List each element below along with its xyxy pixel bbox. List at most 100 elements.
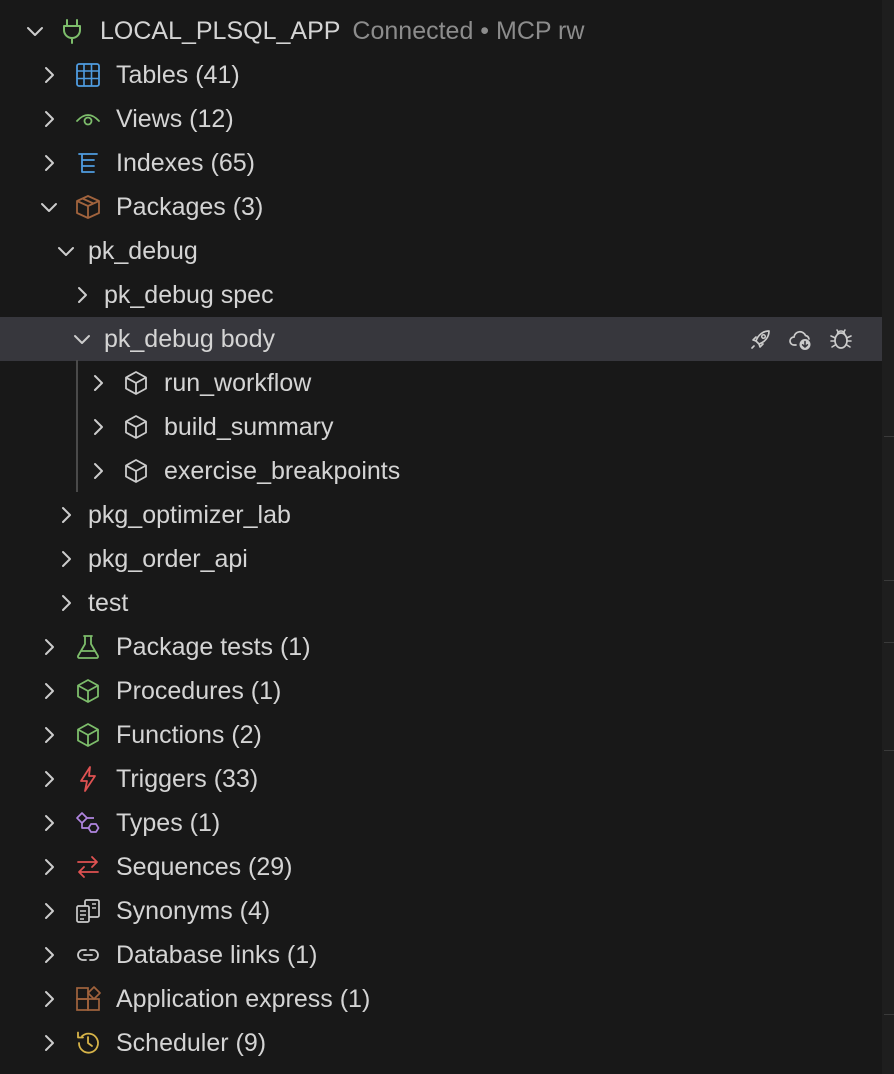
connection-row[interactable]: LOCAL_PLSQL_APP Connected • MCP rw xyxy=(0,9,882,53)
tree-item-build-summary[interactable]: build_summary xyxy=(0,405,882,449)
tree-item-label: Package tests (1) xyxy=(116,632,311,661)
tree-item-sequences[interactable]: Sequences (29) xyxy=(0,845,882,889)
tree-item-label: Database links (1) xyxy=(116,940,318,969)
tree-item-label: Functions (2) xyxy=(116,720,262,749)
tree-item-label: Synonyms (4) xyxy=(116,896,271,925)
apex-blocks-icon xyxy=(73,984,103,1014)
tree-item-packages[interactable]: Packages (3) xyxy=(0,185,882,229)
tree-item-functions[interactable]: Functions (2) xyxy=(0,713,882,757)
chevron-right-icon[interactable] xyxy=(87,460,109,482)
chevron-down-icon[interactable] xyxy=(38,196,60,218)
index-list-icon xyxy=(73,148,103,178)
tree-item-exercise-breakpoints[interactable]: exercise_breakpoints xyxy=(0,449,882,493)
chevron-right-icon[interactable] xyxy=(38,152,60,174)
eye-icon xyxy=(73,104,103,134)
tree-item-label: run_workflow xyxy=(164,368,312,397)
connection-name: LOCAL_PLSQL_APP xyxy=(100,16,341,45)
vertical-scrollbar[interactable] xyxy=(882,0,894,1074)
link-icon xyxy=(73,940,103,970)
tree-item-label: pk_debug body xyxy=(104,324,275,353)
tree-item-pkg-order-api[interactable]: pkg_order_api xyxy=(0,537,882,581)
plug-icon xyxy=(57,16,87,46)
chevron-right-icon[interactable] xyxy=(38,724,60,746)
tree-item-package-tests[interactable]: Package tests (1) xyxy=(0,625,882,669)
cube-icon xyxy=(121,368,151,398)
cube-icon xyxy=(73,720,103,750)
tree-item-label: Views (12) xyxy=(116,104,234,133)
flask-icon xyxy=(73,632,103,662)
tree-item-label: Scheduler (9) xyxy=(116,1028,267,1057)
chevron-right-icon[interactable] xyxy=(38,988,60,1010)
chevron-right-icon[interactable] xyxy=(71,284,93,306)
tree-item-label: Types (1) xyxy=(116,808,221,837)
connection-label: LOCAL_PLSQL_APP Connected • MCP rw xyxy=(100,17,584,46)
cube-icon xyxy=(121,412,151,442)
panel-edge xyxy=(884,580,894,581)
type-shapes-icon xyxy=(73,808,103,838)
tree-item-label: pkg_optimizer_lab xyxy=(88,500,291,529)
tree-item-triggers[interactable]: Triggers (33) xyxy=(0,757,882,801)
rocket-icon[interactable] xyxy=(748,326,774,352)
table-grid-icon xyxy=(73,60,103,90)
tree-item-database-links[interactable]: Database links (1) xyxy=(0,933,882,977)
chevron-right-icon[interactable] xyxy=(38,856,60,878)
tree-item-label: build_summary xyxy=(164,412,334,441)
package-box-icon xyxy=(73,192,103,222)
tree-item-application-express[interactable]: Application express (1) xyxy=(0,977,882,1021)
tree-item-pk-debug[interactable]: pk_debug xyxy=(0,229,882,273)
row-actions xyxy=(748,317,854,361)
tree-item-tables[interactable]: Tables (41) xyxy=(0,53,882,97)
chevron-right-icon[interactable] xyxy=(38,1032,60,1054)
chevron-right-icon[interactable] xyxy=(55,504,77,526)
tree-item-label: Sequences (29) xyxy=(116,852,293,881)
tree-item-pk-debug-body[interactable]: pk_debug body xyxy=(0,317,882,361)
chevron-right-icon[interactable] xyxy=(87,416,109,438)
chevron-right-icon[interactable] xyxy=(38,768,60,790)
panel-edge xyxy=(884,750,894,751)
tree-item-indexes[interactable]: Indexes (65) xyxy=(0,141,882,185)
panel-edge xyxy=(884,642,894,643)
tree-item-label: exercise_breakpoints xyxy=(164,456,401,485)
tree-item-label: test xyxy=(88,588,129,617)
tree-item-label: pk_debug xyxy=(88,236,198,265)
chevron-right-icon[interactable] xyxy=(55,592,77,614)
tree-item-run-workflow[interactable]: run_workflow xyxy=(0,361,882,405)
chevron-down-icon[interactable] xyxy=(71,328,93,350)
tree-item-label: pkg_order_api xyxy=(88,544,248,573)
chevron-right-icon[interactable] xyxy=(38,680,60,702)
history-clock-icon xyxy=(73,1028,103,1058)
chevron-right-icon[interactable] xyxy=(38,900,60,922)
tree-item-procedures[interactable]: Procedures (1) xyxy=(0,669,882,713)
copy-docs-icon xyxy=(73,896,103,926)
tree-item-pk-debug-spec[interactable]: pk_debug spec xyxy=(0,273,882,317)
tree-item-label: Tables (41) xyxy=(116,60,240,89)
tree-item-test[interactable]: test xyxy=(0,581,882,625)
tree-item-label: Indexes (65) xyxy=(116,148,255,177)
chevron-right-icon[interactable] xyxy=(38,944,60,966)
cube-icon xyxy=(121,456,151,486)
tree-item-label: Packages (3) xyxy=(116,192,264,221)
tree-item-label: Application express (1) xyxy=(116,984,371,1013)
tree-item-label: Procedures (1) xyxy=(116,676,282,705)
connection-status: Connected • MCP rw xyxy=(352,16,585,45)
database-explorer-tree: LOCAL_PLSQL_APP Connected • MCP rw Tables… xyxy=(0,0,882,1074)
tree-item-pkg-optimizer-lab[interactable]: pkg_optimizer_lab xyxy=(0,493,882,537)
panel-edge xyxy=(884,1014,894,1015)
tree-item-synonyms[interactable]: Synonyms (4) xyxy=(0,889,882,933)
tree-item-label: pk_debug spec xyxy=(104,280,274,309)
chevron-right-icon[interactable] xyxy=(55,548,77,570)
tree-item-scheduler[interactable]: Scheduler (9) xyxy=(0,1021,882,1065)
panel-edge xyxy=(884,436,894,437)
chevron-right-icon[interactable] xyxy=(38,636,60,658)
chevron-right-icon[interactable] xyxy=(87,372,109,394)
tree-item-types[interactable]: Types (1) xyxy=(0,801,882,845)
cloud-download-icon[interactable] xyxy=(788,326,814,352)
chevron-right-icon[interactable] xyxy=(38,64,60,86)
tree-item-views[interactable]: Views (12) xyxy=(0,97,882,141)
chevron-down-icon[interactable] xyxy=(55,240,77,262)
cube-icon xyxy=(73,676,103,706)
chevron-right-icon[interactable] xyxy=(38,108,60,130)
chevron-down-icon[interactable] xyxy=(24,20,46,42)
debug-bug-icon[interactable] xyxy=(828,326,854,352)
chevron-right-icon[interactable] xyxy=(38,812,60,834)
